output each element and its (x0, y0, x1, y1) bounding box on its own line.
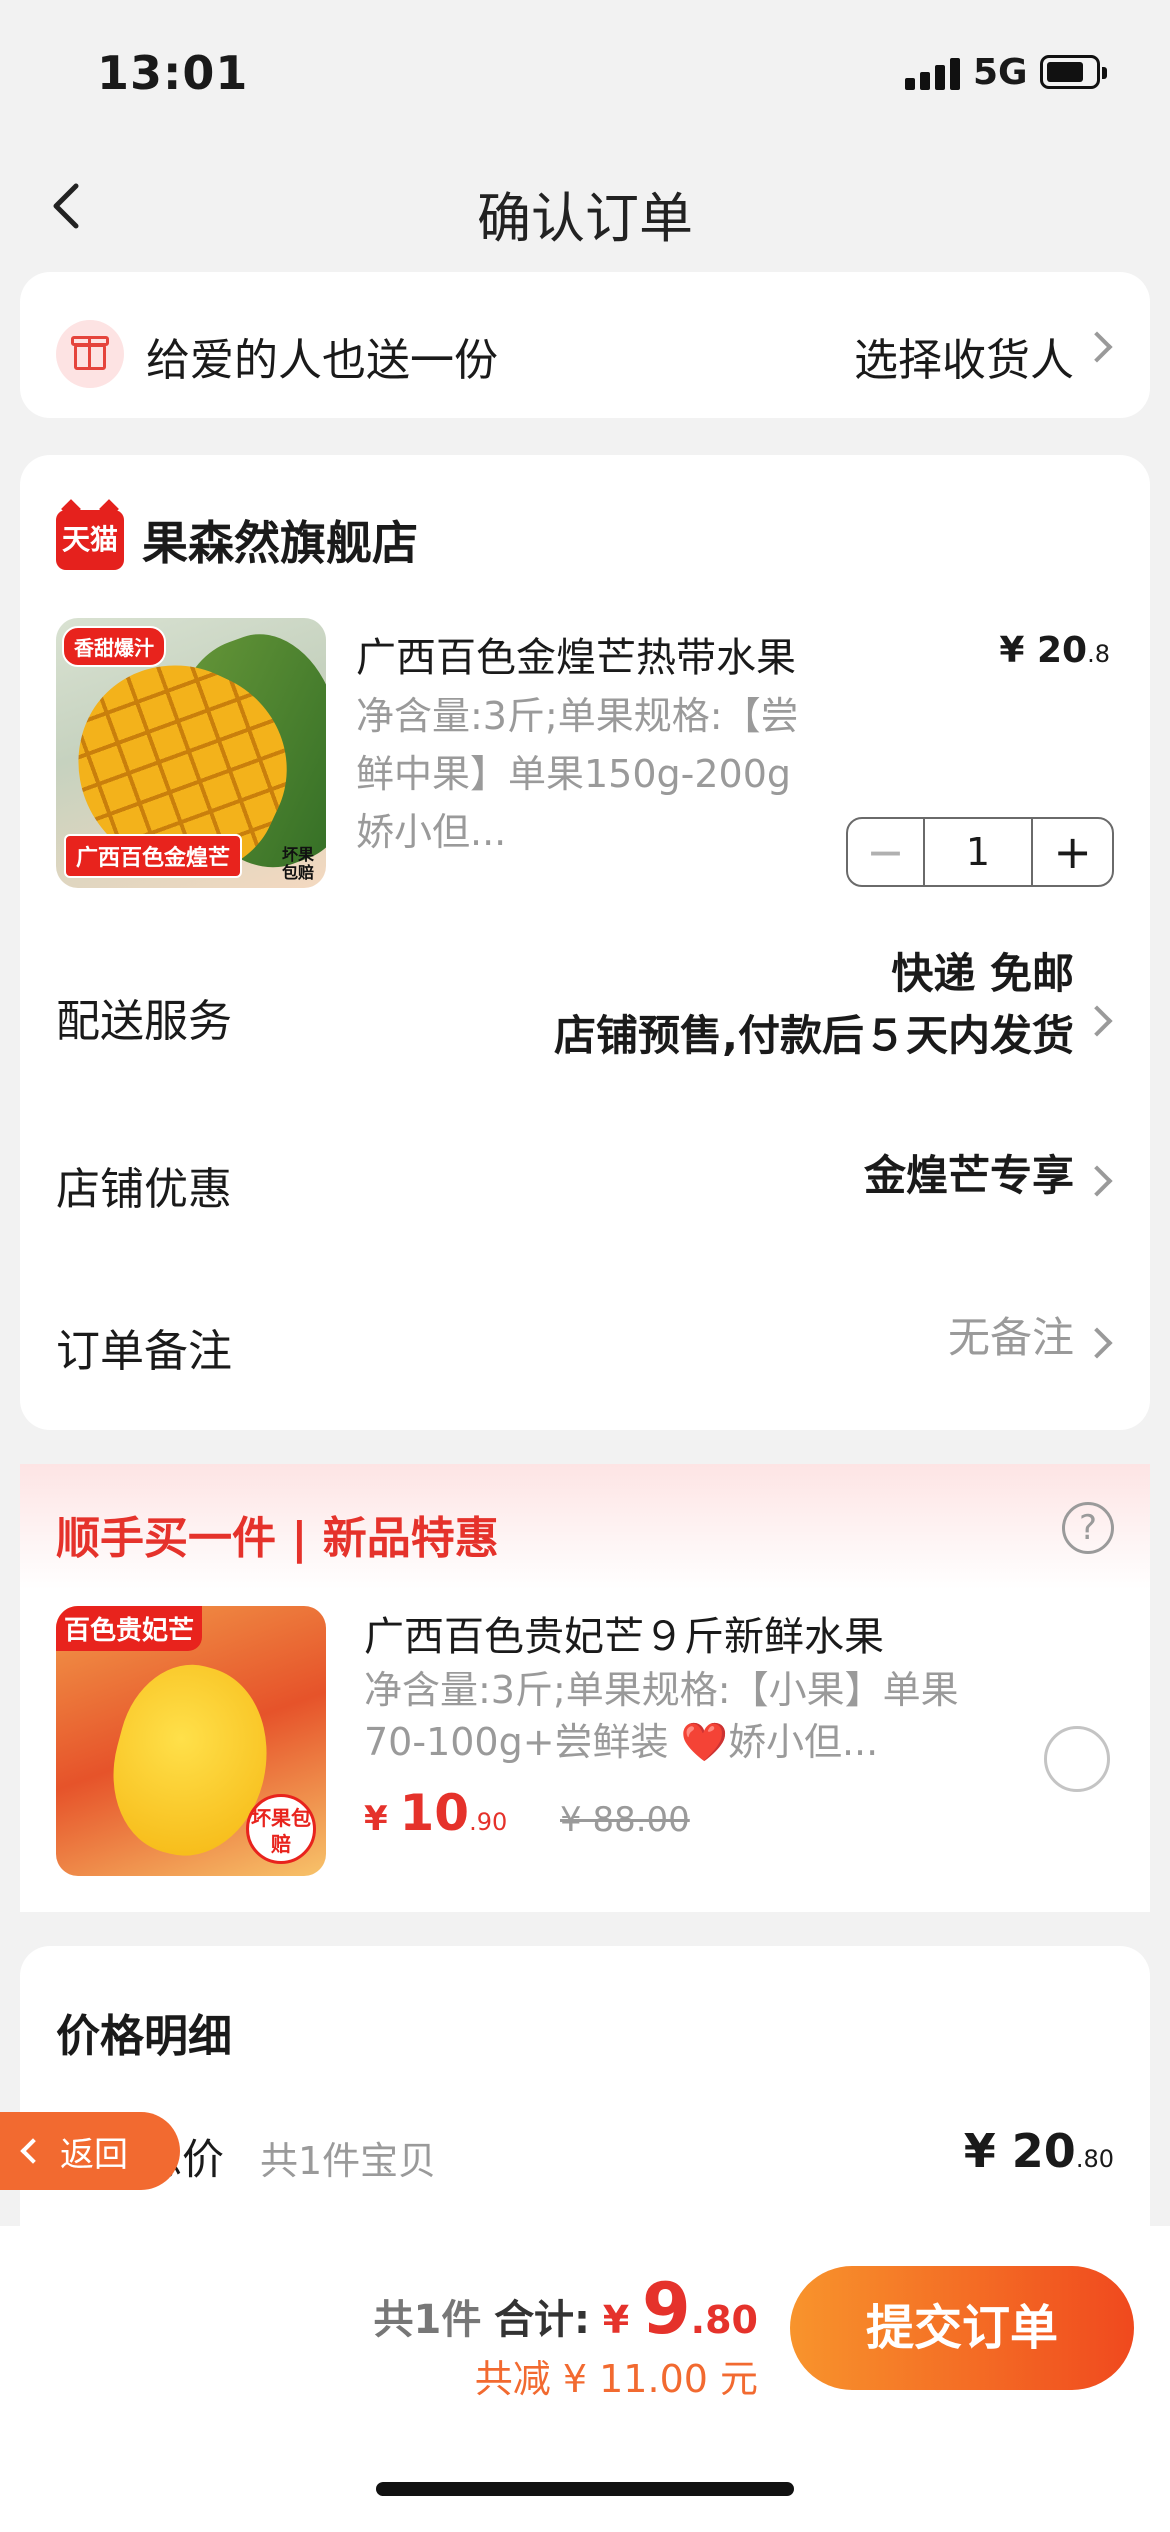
upsell-card: 顺手买一件 | 新品特惠 ? 百色贵妃芒 坏果包赔 广西百色贵妃芒９斤新鲜水果 … (20, 1464, 1150, 1912)
product-price: ¥ 20.8 (999, 630, 1110, 671)
goods-count: 共1件宝贝 (260, 2139, 437, 2183)
network-type: 5G (973, 52, 1028, 93)
nav-bar: 确认订单 (0, 140, 1170, 270)
goods-total-value: ¥ 20.80 (963, 2124, 1114, 2178)
store-name[interactable]: 果森然旗舰店 (142, 507, 418, 573)
upsell-original-price: ¥ 88.00 (560, 1800, 690, 1840)
image-guarantee-badge: 坏果包赔 (246, 1794, 316, 1864)
chevron-right-icon (1081, 1165, 1113, 1197)
submit-order-button[interactable]: 提交订单 (790, 2266, 1134, 2390)
home-indicator (376, 2482, 794, 2496)
quantity-stepper: − 1 + (846, 817, 1114, 887)
upsell-price: ¥ 10.90 (364, 1784, 508, 1842)
note-value[interactable]: 无备注 (948, 1307, 1074, 1369)
decrease-button[interactable]: − (848, 819, 925, 885)
order-total: 共1件 合计: ¥ 9.80 (373, 2268, 759, 2350)
product-image[interactable]: 香甜爆汁 广西百色金煌芒 坏果包赔 (56, 618, 326, 888)
note-label: 订单备注 (56, 1326, 232, 1377)
upsell-product-title[interactable]: 广西百色贵妃芒９斤新鲜水果 (364, 1604, 884, 1662)
price-detail-title: 价格明细 (56, 2011, 232, 2062)
help-icon[interactable]: ? (1062, 1502, 1114, 1554)
float-back-button[interactable]: 返回 (0, 2112, 180, 2190)
product-title[interactable]: 广西百色金煌芒热带水果 (356, 625, 916, 683)
gift-icon (56, 320, 124, 388)
page-title: 确认订单 (477, 187, 693, 250)
battery-icon (1040, 55, 1107, 89)
discount-label: 店铺优惠 (56, 1164, 232, 1215)
upsell-select-radio[interactable] (1044, 1726, 1110, 1792)
chevron-right-icon (1081, 1005, 1113, 1037)
upsell-title: 顺手买一件 | 新品特惠 (56, 1513, 499, 1564)
total-saving: 共减 ¥ 11.00 元 (474, 2357, 758, 2401)
image-badge-side: 坏果包赔 (282, 845, 315, 882)
increase-button[interactable]: + (1033, 819, 1112, 885)
status-bar: 13:01 5G (0, 0, 1170, 140)
store-card: 天猫 果森然旗舰店 香甜爆汁 广西百色金煌芒 坏果包赔 广西百色金煌芒热带水果 … (20, 455, 1150, 1430)
signal-icon (905, 56, 961, 90)
image-badge-bottom: 广西百色金煌芒 (64, 834, 243, 878)
quantity-value[interactable]: 1 (925, 819, 1034, 885)
chevron-left-icon (20, 2138, 46, 2164)
tmall-logo: 天猫 (56, 510, 124, 570)
delivery-label: 配送服务 (56, 996, 232, 1047)
checkout-bar: 共1件 合计: ¥ 9.80 共减 ¥ 11.00 元 提交订单 (0, 2226, 1170, 2532)
image-tag: 百色贵妃芒 (56, 1606, 203, 1651)
gift-text: 给爱的人也送一份 (146, 335, 498, 386)
status-time: 13:01 (97, 46, 249, 100)
product-spec[interactable]: 净含量:3斤;单果规格:【尝鲜中果】单果150g-200g 娇小但... (356, 687, 826, 861)
gift-row[interactable]: 给爱的人也送一份 选择收货人 (20, 272, 1150, 418)
discount-value[interactable]: 金煌芒专享 (864, 1145, 1074, 1207)
chevron-right-icon (1081, 331, 1113, 363)
image-badge-top: 香甜爆汁 (62, 626, 166, 667)
delivery-value[interactable]: 快递 免邮 店铺预售,付款后５天内发货 (554, 943, 1074, 1067)
chevron-right-icon (1081, 1327, 1113, 1359)
select-recipient-link[interactable]: 选择收货人 (854, 324, 1074, 388)
upsell-product-image[interactable]: 百色贵妃芒 坏果包赔 (56, 1606, 326, 1876)
upsell-product-spec[interactable]: 净含量:3斤;单果规格:【小果】单果 70-100g+尝鲜装 ❤️娇小但... (364, 1664, 1024, 1768)
